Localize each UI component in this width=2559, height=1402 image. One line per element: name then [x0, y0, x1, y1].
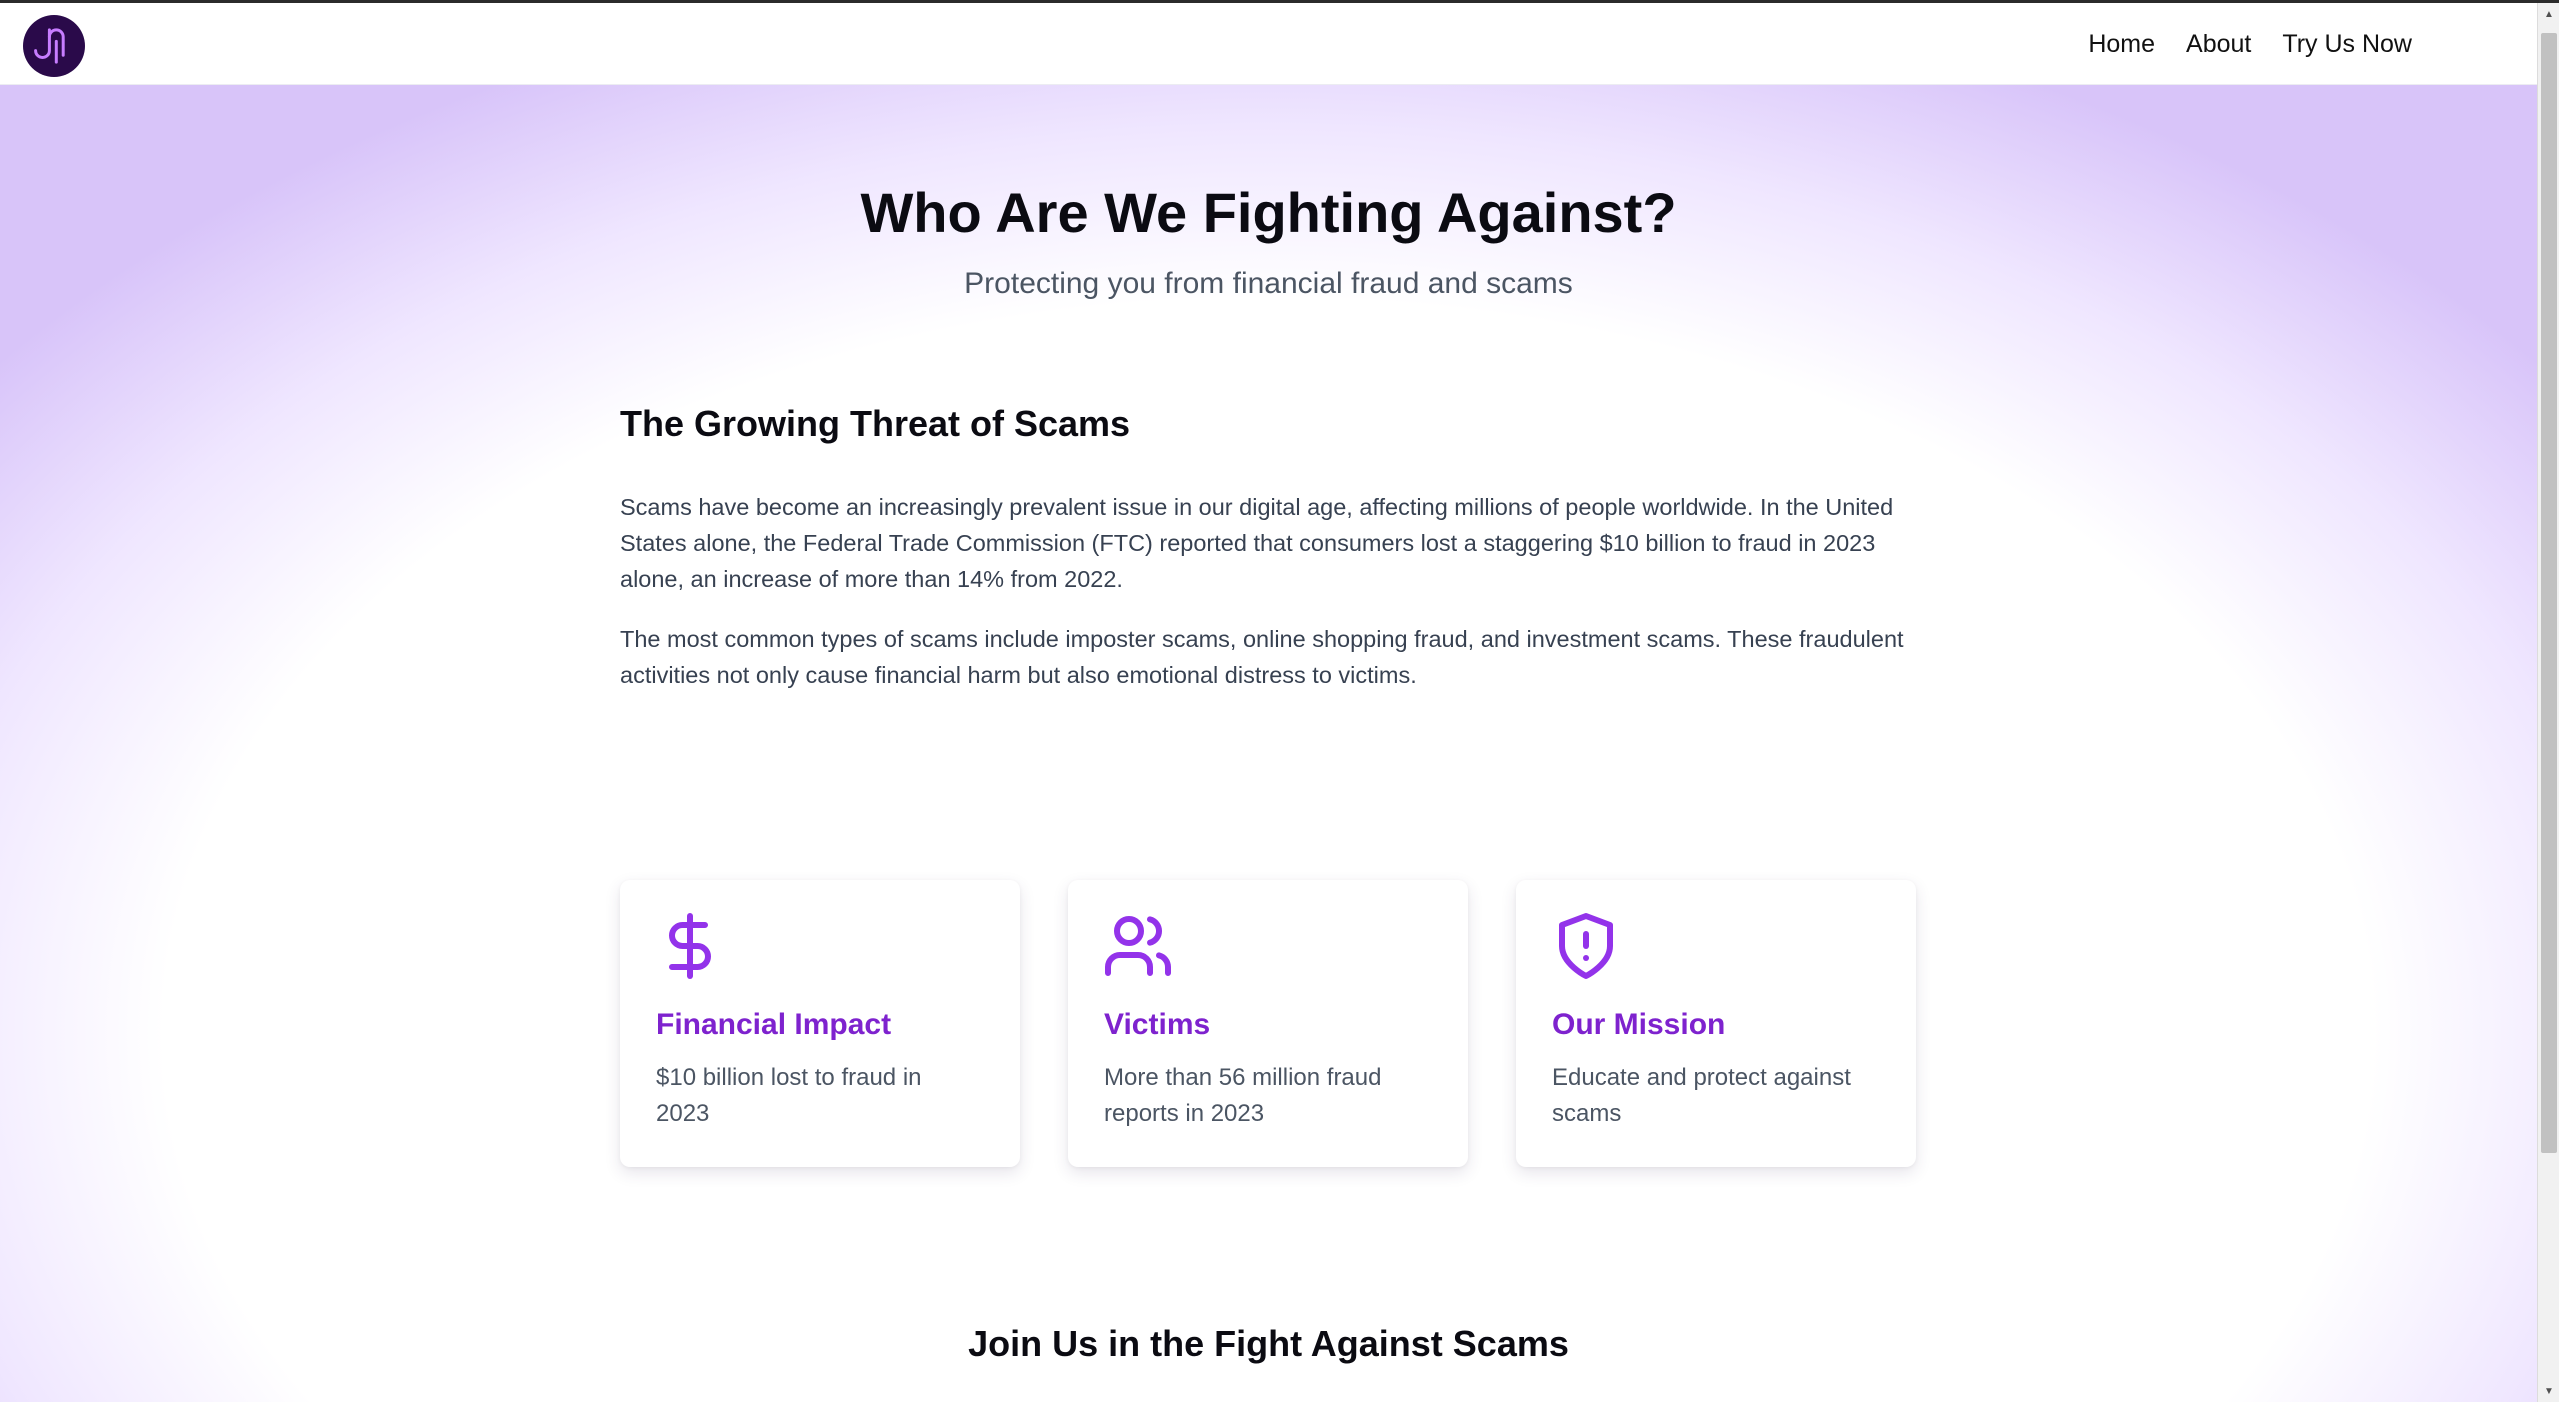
users-icon [1105, 916, 1171, 976]
scroll-up-arrow-icon[interactable]: ▲ [2538, 5, 2559, 23]
dollar-icon [669, 913, 711, 979]
shield-alert-icon [1559, 913, 1613, 979]
mission-card: Our Mission Educate and protect against … [1516, 880, 1916, 1167]
page-title: Who Are We Fighting Against? [860, 181, 1677, 244]
card-text: More than 56 million fraud reports in 20… [1104, 1064, 1382, 1127]
card-text: Educate and protect against scams [1552, 1064, 1851, 1127]
nav-links: Home About Try Us Now [2088, 30, 2412, 59]
scrollbar-thumb[interactable] [2541, 33, 2557, 1153]
hero-background: Who Are We Fighting Against? Protecting … [0, 85, 2537, 1402]
card-text: $10 billion lost to fraud in 2023 [656, 1064, 922, 1127]
card-title: Financial Impact [656, 1008, 892, 1041]
financial-impact-card: Financial Impact $10 billion lost to fra… [620, 880, 1020, 1167]
section-heading: The Growing Threat of Scams [620, 403, 1131, 444]
top-navbar: Home About Try Us Now [0, 3, 2537, 85]
scam-types-paragraph: The most common types of scams include i… [620, 626, 1904, 688]
nav-link-about[interactable]: About [2186, 30, 2251, 59]
card-title: Our Mission [1552, 1008, 1726, 1041]
nav-link-try-us-now[interactable]: Try Us Now [2282, 30, 2412, 59]
brand-logo-icon[interactable] [23, 15, 85, 77]
join-heading: Join Us in the Fight Against Scams [968, 1323, 1569, 1364]
nav-link-home[interactable]: Home [2088, 30, 2155, 59]
page-viewport: Who Are We Fighting Against? Protecting … [0, 0, 2537, 1402]
page-subtitle: Protecting you from financial fraud and … [964, 267, 1573, 300]
card-title: Victims [1104, 1008, 1211, 1041]
intro-paragraph: Scams have become an increasingly preval… [620, 494, 1894, 592]
window-top-border [0, 0, 2559, 3]
scroll-down-arrow-icon[interactable]: ▼ [2538, 1382, 2559, 1400]
victims-card: Victims More than 56 million fraud repor… [1068, 880, 1468, 1167]
vertical-scrollbar[interactable]: ▲ ▼ [2537, 3, 2559, 1402]
